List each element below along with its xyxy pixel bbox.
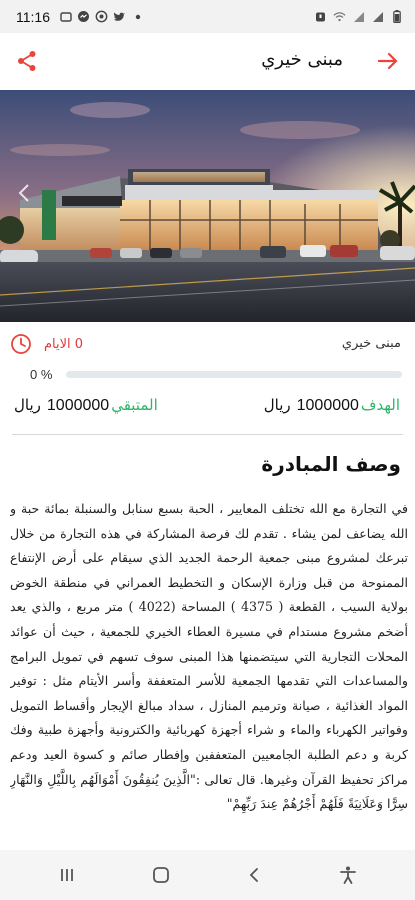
signal-icon [371,10,384,23]
back-button[interactable] [375,48,401,74]
back-nav-button[interactable] [234,855,274,895]
funding-progress: 0 % [30,366,402,382]
accessibility-button[interactable] [328,855,368,895]
battery-icon [390,10,403,23]
recent-apps-button[interactable] [47,855,87,895]
whatsapp-icon [95,10,108,23]
status-bar-right [314,10,403,23]
divider [12,434,403,435]
goal-currency: ريال [263,396,291,414]
amounts-row: الهدف 1000000 ريال المتبقي 1000000 ريال [14,396,400,418]
share-button[interactable] [14,48,40,74]
goal-amount: الهدف 1000000 ريال [264,396,400,415]
goal-value: 1000000 [296,397,359,414]
initiative-image [0,90,415,322]
system-nav-bar [0,850,415,900]
messenger-icon [77,10,90,23]
notification-icon [59,10,72,23]
progress-track [66,370,402,378]
dot-icon [131,10,144,23]
share-icon [18,51,36,71]
app-bar: مبنى خيري [0,33,415,89]
remaining-amount: المتبقي 1000000 ريال [14,396,158,415]
back-icon [250,868,259,882]
wifi-icon [333,10,346,23]
description-body: في التجارة مع الله تختلف المعايير ، الحب… [10,501,408,812]
description-title: وصف المبادرة [261,452,401,476]
days-left-text: 0 الايام [44,336,84,352]
remaining-currency: ريال [14,396,41,414]
remaining-label: المتبقي [111,396,158,414]
alarm-icon [314,10,327,23]
signal-icon [352,10,365,23]
recent-apps-icon [60,869,73,881]
arrow-right-icon [378,52,398,70]
initiative-name: مبنى خيري [341,336,401,351]
home-button[interactable] [141,855,181,895]
status-bar: 11:16 [0,0,415,33]
progress-percent: 0 % [30,366,53,382]
twitter-icon [113,10,126,23]
accessibility-icon [340,866,357,884]
clock-icon [11,334,31,354]
status-time: 11:16 [16,8,50,25]
building-illustration [0,90,415,322]
days-remaining: 0 الايام [10,333,83,355]
page-title: مبنى خيري [261,49,343,70]
remaining-value: 1000000 [46,397,110,414]
home-icon [152,867,169,883]
status-bar-left: 11:16 [16,9,144,25]
goal-label: الهدف [360,396,400,414]
